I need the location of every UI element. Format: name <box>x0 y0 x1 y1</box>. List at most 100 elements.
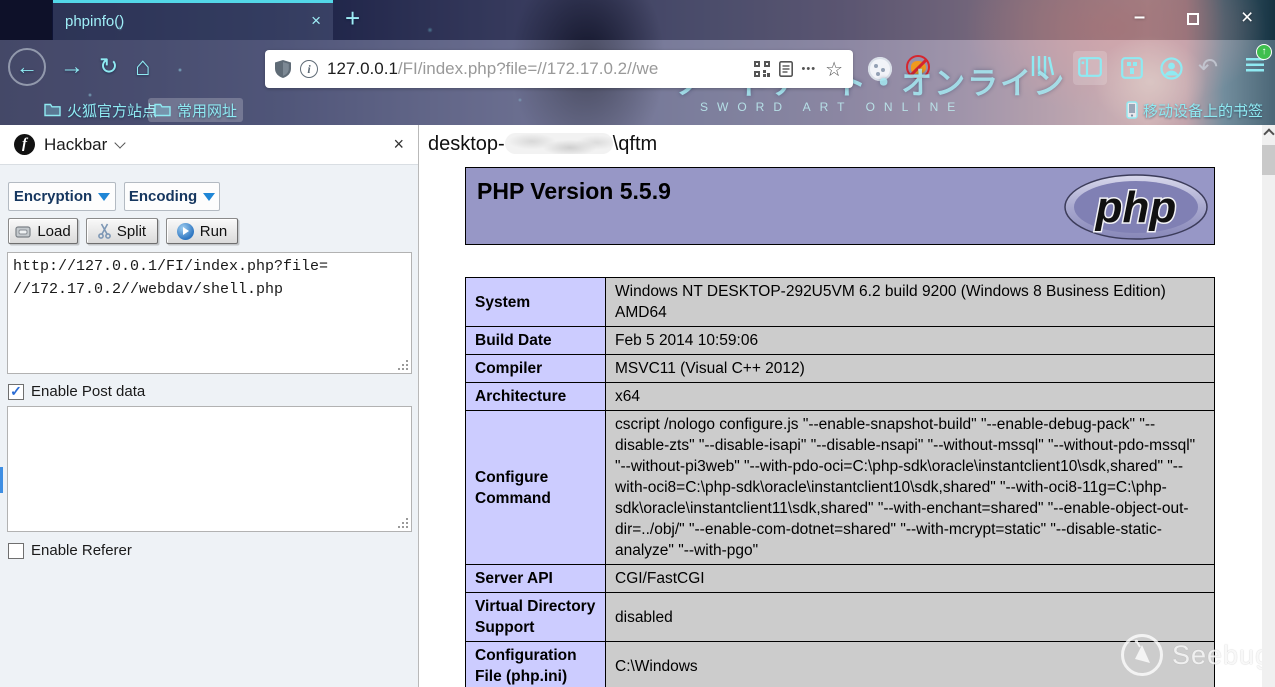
bookmark-star-icon[interactable]: ☆ <box>825 57 843 82</box>
sidebar-icon[interactable] <box>1078 57 1102 77</box>
encryption-label: Encryption <box>14 188 92 205</box>
hackbar-header: f Hackbar × <box>0 125 418 165</box>
panel-scroll-indicator <box>0 467 3 493</box>
load-label: Load <box>37 223 70 240</box>
row-label: Compiler <box>466 355 606 383</box>
row-label: Virtual Directory Support <box>466 593 606 642</box>
update-badge-icon[interactable]: ↑ <box>1256 44 1272 60</box>
hackbar-post-data-textarea[interactable] <box>7 406 412 532</box>
php-info-table: SystemWindows NT DESKTOP-292U5VM 6.2 bui… <box>465 277 1215 687</box>
bookmark-firefox-official[interactable]: 火狐官方站点 <box>38 98 163 122</box>
load-icon <box>15 225 31 238</box>
run-button[interactable]: Run <box>166 218 238 244</box>
run-label: Run <box>200 223 228 240</box>
page-actions-icon[interactable]: ••• <box>802 63 817 75</box>
back-icon: ← <box>16 54 38 80</box>
table-row: Configuration File (php.ini)C:\Windows <box>466 642 1215 687</box>
hackbar-url-textarea[interactable]: http://127.0.0.1/FI/index.php?file= //17… <box>7 252 412 374</box>
svg-text:php: php <box>1095 183 1177 232</box>
encryption-dropdown-button[interactable]: Encryption <box>8 182 116 211</box>
account-icon[interactable] <box>1160 57 1183 80</box>
host-prefix: desktop- <box>428 133 505 155</box>
row-label: Configure Command <box>466 411 606 565</box>
window-maximize-button[interactable] <box>1187 13 1199 25</box>
row-value: Windows NT DESKTOP-292U5VM 6.2 build 920… <box>606 278 1215 327</box>
split-label: Split <box>117 223 146 240</box>
tabbar-corner <box>0 0 52 40</box>
php-version-title: PHP Version 5.5.9 <box>477 178 671 205</box>
dropdown-arrow-icon <box>203 193 215 201</box>
encoding-dropdown-button[interactable]: Encoding <box>124 182 220 211</box>
tab-phpinfo[interactable]: phpinfo() × <box>53 0 333 40</box>
home-button[interactable]: ⌂ <box>135 51 151 82</box>
table-row: Configure Commandcscript /nologo configu… <box>466 411 1215 565</box>
seebug-watermark-text: Seebug <box>1172 640 1262 671</box>
tab-close-icon[interactable]: × <box>311 11 321 31</box>
browser-chrome: ソードアート・オンライン SWORD ART ONLINE phpinfo() … <box>0 0 1275 125</box>
scissors-icon <box>98 223 111 239</box>
tab-bar: phpinfo() × + – × <box>0 0 1275 40</box>
page-title: desktop- \qftm <box>428 133 657 156</box>
hackbar-panel: f Hackbar × Encryption Encoding Load Spl… <box>0 125 419 687</box>
seebug-watermark: Seebug <box>1120 633 1262 677</box>
url-path: /FI/index.php?file=//172.17.0.2//we <box>398 59 658 78</box>
encoding-label: Encoding <box>129 188 197 205</box>
folder-icon <box>44 103 61 117</box>
hackbar-title: Hackbar <box>44 135 107 155</box>
new-tab-button[interactable]: + <box>345 3 360 34</box>
scrollbar-up-arrow-icon[interactable] <box>1264 128 1273 137</box>
undo-icon[interactable]: ↶ <box>1198 53 1218 82</box>
chevron-down-icon[interactable] <box>115 137 126 148</box>
scrollbar-thumb[interactable] <box>1262 145 1275 175</box>
url-domain: 127.0.0.1 <box>327 59 398 78</box>
redaction-blob <box>505 133 613 154</box>
seebug-logo-icon <box>1120 633 1164 677</box>
site-info-icon[interactable]: i <box>300 60 318 78</box>
row-label: System <box>466 278 606 327</box>
panel-close-button[interactable]: × <box>393 134 404 155</box>
table-row: Build DateFeb 5 2014 10:59:06 <box>466 327 1215 355</box>
resize-grip-icon[interactable] <box>398 360 408 370</box>
row-value: cscript /nologo configure.js "--enable-s… <box>606 411 1215 565</box>
referer-label: Enable Referer <box>31 542 132 559</box>
load-button[interactable]: Load <box>8 218 78 244</box>
mobile-bookmarks-item[interactable]: 移动设备上的书签 <box>1126 98 1263 122</box>
forward-icon: → <box>60 53 84 80</box>
table-row: CompilerMSVC11 (Visual C++ 2012) <box>466 355 1215 383</box>
back-button[interactable]: ← <box>8 48 46 86</box>
home-icon: ⌂ <box>135 51 151 81</box>
reload-button[interactable]: ↻ <box>99 53 118 80</box>
host-suffix: \qftm <box>613 133 657 155</box>
address-bar[interactable]: i 127.0.0.1/FI/index.php?file=//172.17.0… <box>265 50 853 88</box>
post-data-checkbox[interactable]: ✓ <box>8 384 24 400</box>
table-row: Server APICGI/FastCGI <box>466 565 1215 593</box>
tab-title: phpinfo() <box>65 13 124 30</box>
window-minimize-button[interactable]: – <box>1134 6 1145 29</box>
forward-button[interactable]: → <box>60 53 84 81</box>
shield-icon[interactable] <box>275 60 291 78</box>
extensions-icon[interactable] <box>1121 57 1143 79</box>
referer-checkbox[interactable]: ✓ <box>8 543 24 559</box>
bookmark-common-sites[interactable]: 常用网址 <box>148 98 243 122</box>
php-version-header: PHP Version 5.5.9 php <box>465 167 1215 245</box>
row-label: Build Date <box>466 327 606 355</box>
window-close-button[interactable]: × <box>1241 6 1253 30</box>
row-label: Server API <box>466 565 606 593</box>
page-scrollbar[interactable] <box>1262 125 1275 687</box>
reload-icon: ↻ <box>99 53 118 79</box>
qr-code-icon[interactable] <box>754 61 770 77</box>
row-value: Feb 5 2014 10:59:06 <box>606 327 1215 355</box>
run-play-icon <box>177 223 194 240</box>
split-button[interactable]: Split <box>86 218 158 244</box>
row-value: MSVC11 (Visual C++ 2012) <box>606 355 1215 383</box>
reader-mode-icon[interactable] <box>779 61 793 77</box>
hackbar-logo-icon: f <box>14 134 35 155</box>
phone-icon <box>1126 101 1138 119</box>
row-label: Configuration File (php.ini) <box>466 642 606 687</box>
dropdown-arrow-icon <box>98 193 110 201</box>
check-icon: ✓ <box>10 384 22 398</box>
menu-icon[interactable] <box>1246 58 1264 72</box>
folder-icon <box>154 103 171 117</box>
resize-grip-icon[interactable] <box>398 518 408 528</box>
theme-background-title-en: SWORD ART ONLINE <box>700 100 964 114</box>
